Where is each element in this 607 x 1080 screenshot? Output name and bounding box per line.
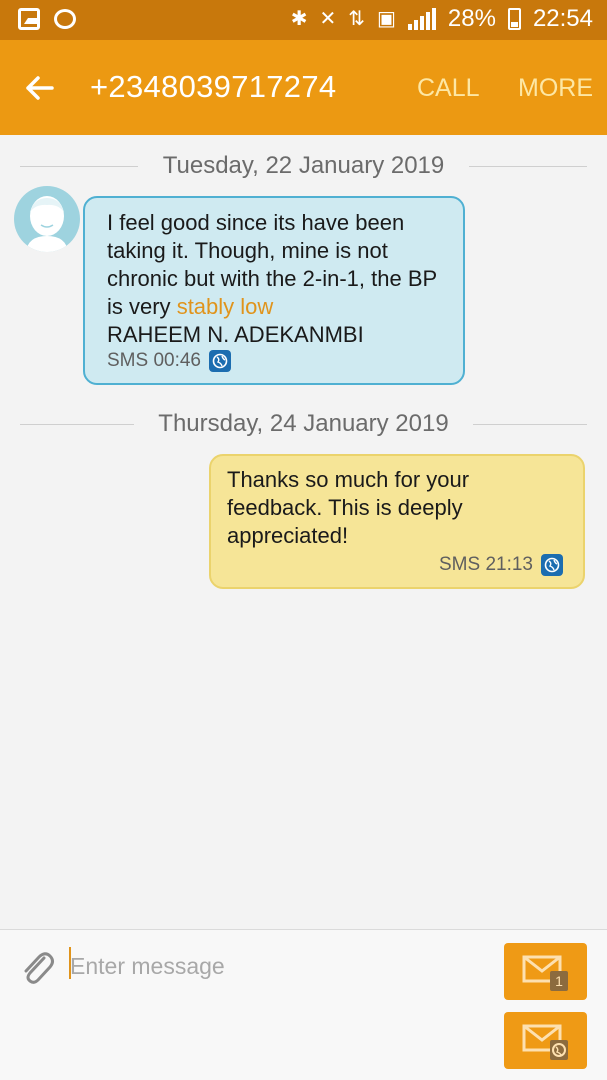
globe-icon — [541, 554, 563, 576]
gallery-notification-icon — [18, 8, 40, 30]
status-bar: ✱ ✕ ⇅ ▣ 28% 22:54 — [0, 0, 607, 40]
nfc-icon: ▣ — [376, 8, 396, 30]
message-timestamp: SMS 00:46 — [107, 350, 201, 371]
signal-icon — [407, 8, 436, 30]
clock: 22:54 — [532, 5, 593, 32]
contact-number-title[interactable]: +2348039717274 — [90, 69, 336, 105]
envelope-sim-icon: 1 — [522, 955, 568, 991]
send-sim-button[interactable]: 1 — [504, 943, 587, 1000]
action-bar: +2348039717274 CALL MORE — [0, 40, 607, 135]
mute-icon: ✕ — [319, 8, 337, 30]
message-line: feedback. This is deeply — [227, 495, 463, 520]
data-network-icon: ⇅ — [348, 8, 365, 30]
paperclip-icon[interactable] — [18, 946, 56, 986]
message-meta: SMS 21:13 — [439, 551, 563, 579]
date-separator: Tuesday, 22 January 2019 — [20, 152, 587, 182]
arrow-left-icon[interactable] — [22, 70, 58, 106]
call-button[interactable]: CALL — [417, 74, 480, 103]
message-line: Thanks so much for your — [227, 467, 470, 492]
contact-avatar[interactable] — [14, 186, 80, 252]
more-button[interactable]: MORE — [518, 74, 593, 103]
battery-icon — [507, 8, 521, 30]
message-text: is very — [107, 294, 177, 319]
message-line: I feel good since its have been — [107, 210, 405, 235]
incoming-message-bubble[interactable]: I feel good since its have been taking i… — [83, 196, 465, 385]
message-line: taking it. Though, mine is not — [107, 238, 388, 263]
send-network-button[interactable] — [504, 1012, 587, 1069]
message-line: appreciated! — [227, 523, 349, 548]
bluetooth-icon: ✱ — [290, 8, 308, 30]
message-notification-icon — [54, 9, 76, 29]
globe-icon — [209, 350, 231, 372]
date-separator: Thursday, 24 January 2019 — [20, 410, 587, 440]
message-signature: RAHEEM N. ADEKANMBI — [107, 322, 364, 347]
message-timestamp: SMS 21:13 — [439, 554, 533, 575]
message-meta: SMS 00:46 — [107, 347, 231, 375]
message-line: is very stably low — [107, 293, 443, 321]
outgoing-message-bubble[interactable]: Thanks so much for your feedback. This i… — [209, 454, 585, 589]
message-composer: 1 — [0, 929, 607, 1080]
sim-badge: 1 — [555, 973, 563, 989]
person-icon — [26, 196, 68, 252]
battery-percent: 28% — [447, 5, 496, 32]
highlighted-link-text[interactable]: stably low — [177, 294, 274, 319]
envelope-globe-icon — [522, 1024, 568, 1060]
message-input[interactable] — [70, 946, 485, 986]
message-line: chronic but with the 2-in-1, the BP — [107, 266, 438, 291]
